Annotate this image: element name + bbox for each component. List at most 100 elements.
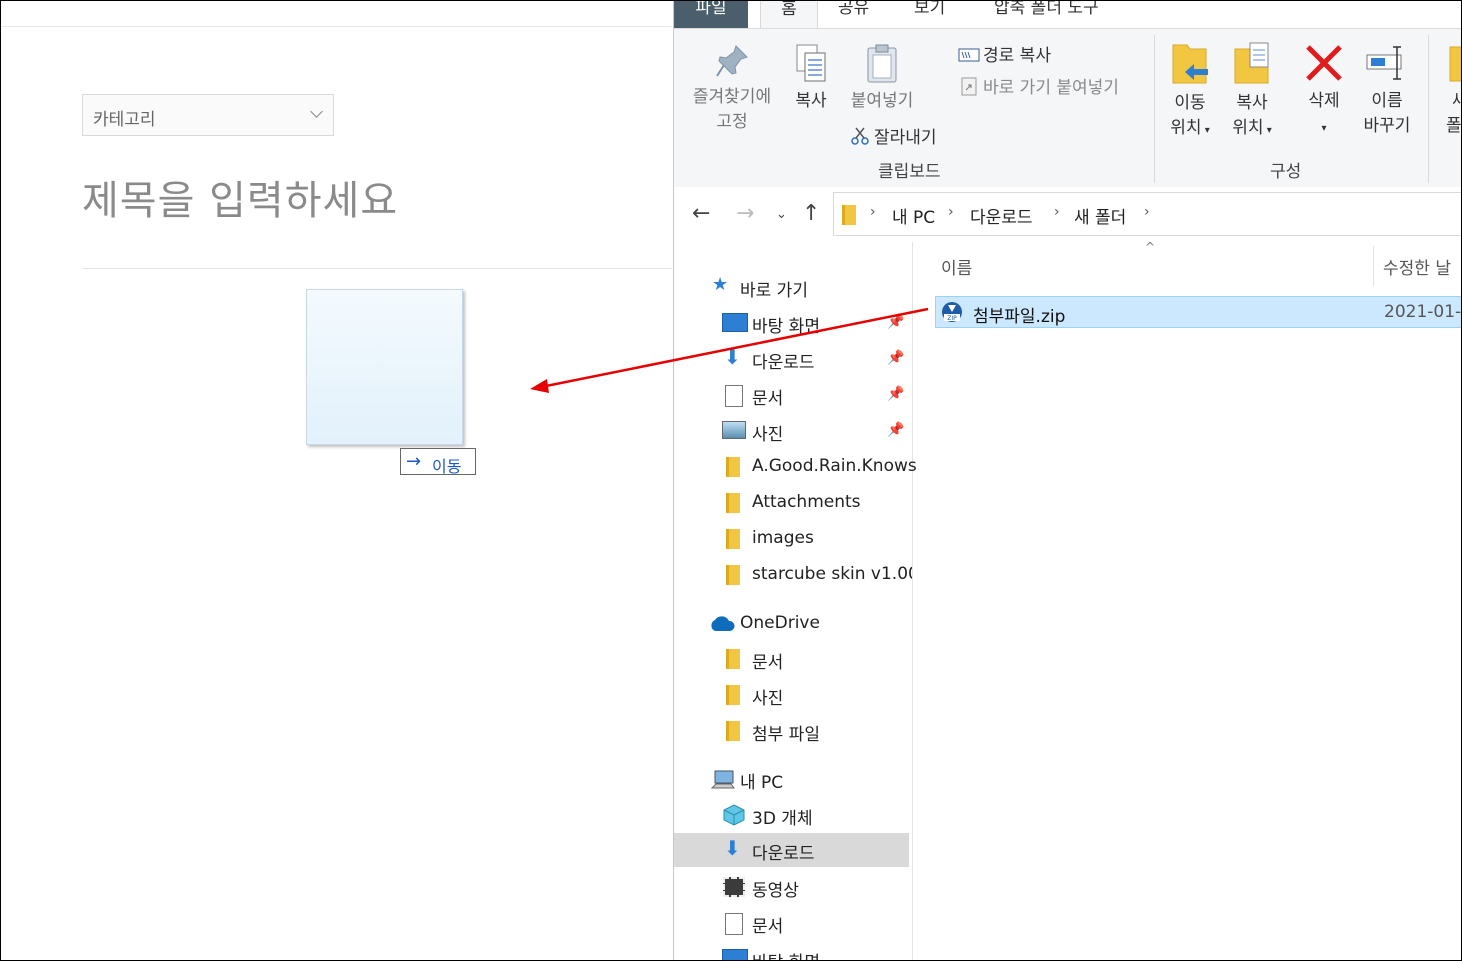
delete-button[interactable]: 삭제 ▾ xyxy=(1296,43,1352,141)
folder-icon xyxy=(726,649,740,669)
paste-button[interactable]: 붙여넣기 xyxy=(842,43,922,114)
nav-item-videos[interactable]: 동영상 xyxy=(674,870,912,904)
folder-icon xyxy=(842,205,856,225)
folder-icon xyxy=(726,457,740,477)
nav-item-label: 다운로드 xyxy=(752,353,815,373)
nav-quick-access-label: 바로 가기 xyxy=(740,281,808,301)
nav-this-pc-label: 내 PC xyxy=(740,773,784,793)
download-arrow-icon: ⬇ xyxy=(724,836,741,860)
copy-label: 복사 xyxy=(795,91,827,111)
copy-path-label: 경로 복사 xyxy=(983,46,1051,66)
paste-label: 붙여넣기 xyxy=(850,91,914,111)
new-folder-icon xyxy=(1449,46,1462,82)
cube-icon xyxy=(723,804,745,826)
copy-to-button[interactable]: 복사 위치 ▾ xyxy=(1222,41,1282,143)
desktop-icon xyxy=(722,949,748,961)
nav-folder[interactable]: images xyxy=(674,522,912,556)
move-to-label-2: 위치 xyxy=(1170,118,1202,138)
document-icon xyxy=(725,385,743,407)
pin-to-quick-access-button[interactable]: 즐겨찾기에 고정 xyxy=(684,43,780,135)
tab-view[interactable]: 보기 xyxy=(914,0,945,28)
nav-item-pictures[interactable]: 사진 📌 xyxy=(674,414,912,448)
star-icon: ★ xyxy=(712,274,729,295)
nav-item-label: 다운로드 xyxy=(752,844,815,864)
column-separator[interactable] xyxy=(1373,246,1374,286)
cut-label: 잘라내기 xyxy=(874,128,937,148)
nav-folder[interactable]: 첨부 파일 xyxy=(674,714,912,748)
drag-preview xyxy=(306,289,463,445)
folder-icon xyxy=(726,565,740,585)
nav-folder[interactable]: starcube skin v1.00. xyxy=(674,558,912,592)
column-header-modified[interactable]: 수정한 날 xyxy=(1383,254,1451,279)
pin-icon: 📌 xyxy=(887,386,905,402)
copy-to-label-2: 위치 xyxy=(1232,118,1264,138)
nav-item-desktop[interactable]: 바탕 화면 📌 xyxy=(674,306,912,340)
rename-label-2: 바꾸기 xyxy=(1363,116,1411,136)
copy-button[interactable]: 복사 xyxy=(784,43,838,114)
file-modified-date: 2021-01-1 xyxy=(1384,302,1462,322)
rename-button[interactable]: 이름 바꾸기 xyxy=(1358,43,1416,139)
nav-onedrive-label: OneDrive xyxy=(740,613,820,633)
paste-shortcut-label: 바로 가기 붙여넣기 xyxy=(983,78,1119,98)
tab-compressed-folder-tools[interactable]: 압축 폴더 도구 xyxy=(994,0,1099,28)
nav-folder-label: A.Good.Rain.Knows xyxy=(752,456,917,476)
up-button[interactable]: ↑ xyxy=(802,201,820,226)
svg-text:ZIP: ZIP xyxy=(947,315,957,322)
nav-folder[interactable]: 문서 xyxy=(674,642,912,676)
nav-onedrive[interactable]: OneDrive xyxy=(674,607,912,641)
back-button[interactable]: ← xyxy=(692,201,710,226)
nav-item-documents[interactable]: 문서 📌 xyxy=(674,378,912,412)
new-folder-label-2: 폴 xyxy=(1446,116,1462,136)
nav-item-3d-objects[interactable]: 3D 개체 xyxy=(674,798,912,832)
nav-folder[interactable]: 사진 xyxy=(674,678,912,712)
forward-button[interactable]: → xyxy=(736,201,754,226)
address-bar-row: ← → ⌄ ↑ › 내 PC › 다운로드 › 새 폴더 › xyxy=(674,187,1462,241)
tab-file[interactable]: 파일 xyxy=(674,0,748,28)
cut-button[interactable]: 잘라내기 xyxy=(850,123,937,148)
category-select[interactable]: 카테고리 xyxy=(82,94,334,136)
chevron-down-icon xyxy=(310,105,323,118)
breadcrumb-new-folder[interactable]: 새 폴더 xyxy=(1074,203,1126,228)
nav-item-label: 바탕 화면 xyxy=(752,317,820,337)
nav-item-documents[interactable]: 문서 xyxy=(674,906,912,940)
nav-folder[interactable]: Attachments xyxy=(674,486,912,520)
column-header-name[interactable]: 이름 xyxy=(941,254,972,279)
breadcrumb-this-pc[interactable]: 내 PC xyxy=(892,203,935,228)
copy-to-folder-icon xyxy=(1234,42,1269,84)
tab-home[interactable]: 홈 xyxy=(760,0,818,29)
pictures-icon xyxy=(722,421,746,439)
nav-item-label: 바탕 화면 xyxy=(752,948,820,961)
nav-item-downloads-selected[interactable]: ⬇ 다운로드 xyxy=(674,833,909,867)
copy-icon xyxy=(796,44,826,82)
pin-icon: 📌 xyxy=(887,350,905,366)
ribbon-tabs: 파일 홈 공유 보기 압축 폴더 도구 xyxy=(674,0,1462,29)
nav-folder[interactable]: A.Good.Rain.Knows xyxy=(674,450,917,484)
nav-item-label: 3D 개체 xyxy=(752,809,813,829)
clipboard-group-label: 클립보드 xyxy=(878,162,941,182)
move-to-button[interactable]: 이동 위치 ▾ xyxy=(1160,41,1220,143)
nav-item-downloads[interactable]: ⬇ 다운로드 📌 xyxy=(674,342,912,376)
rename-label-1: 이름 xyxy=(1371,91,1403,111)
title-input[interactable]: 제목을 입력하세요 xyxy=(82,168,398,226)
tab-share[interactable]: 공유 xyxy=(838,0,869,28)
recent-locations-button[interactable]: ⌄ xyxy=(776,207,787,222)
nav-quick-access[interactable]: ★ 바로 가기 xyxy=(674,270,912,304)
folder-icon xyxy=(726,685,740,705)
address-bar[interactable]: › 내 PC › 다운로드 › 새 폴더 › xyxy=(833,192,1462,236)
document-icon xyxy=(725,913,743,935)
category-select-label: 카테고리 xyxy=(93,110,156,130)
nav-folder-label: starcube skin v1.00. xyxy=(752,564,912,584)
nav-folder-label: images xyxy=(752,528,814,548)
breadcrumb-downloads[interactable]: 다운로드 xyxy=(970,203,1033,228)
new-folder-button[interactable]: 새 폴 xyxy=(1438,43,1462,139)
nav-this-pc[interactable]: 내 PC xyxy=(674,762,912,796)
organize-group-label: 구성 xyxy=(1270,162,1302,182)
copy-to-label-1: 복사 xyxy=(1236,93,1268,113)
paste-shortcut-button[interactable]: 바로 가기 붙여넣기 xyxy=(958,73,1119,98)
folder-icon xyxy=(726,493,740,513)
nav-item-desktop[interactable]: 바탕 화면 xyxy=(674,942,912,961)
copy-path-button[interactable]: 경로 복사 xyxy=(958,41,1051,66)
nav-item-label: 문서 xyxy=(752,917,784,937)
file-row-selected[interactable]: ZIP 첨부파일.zip 2021-01-1 xyxy=(935,296,1462,328)
arrow-right-icon: → xyxy=(406,451,422,472)
